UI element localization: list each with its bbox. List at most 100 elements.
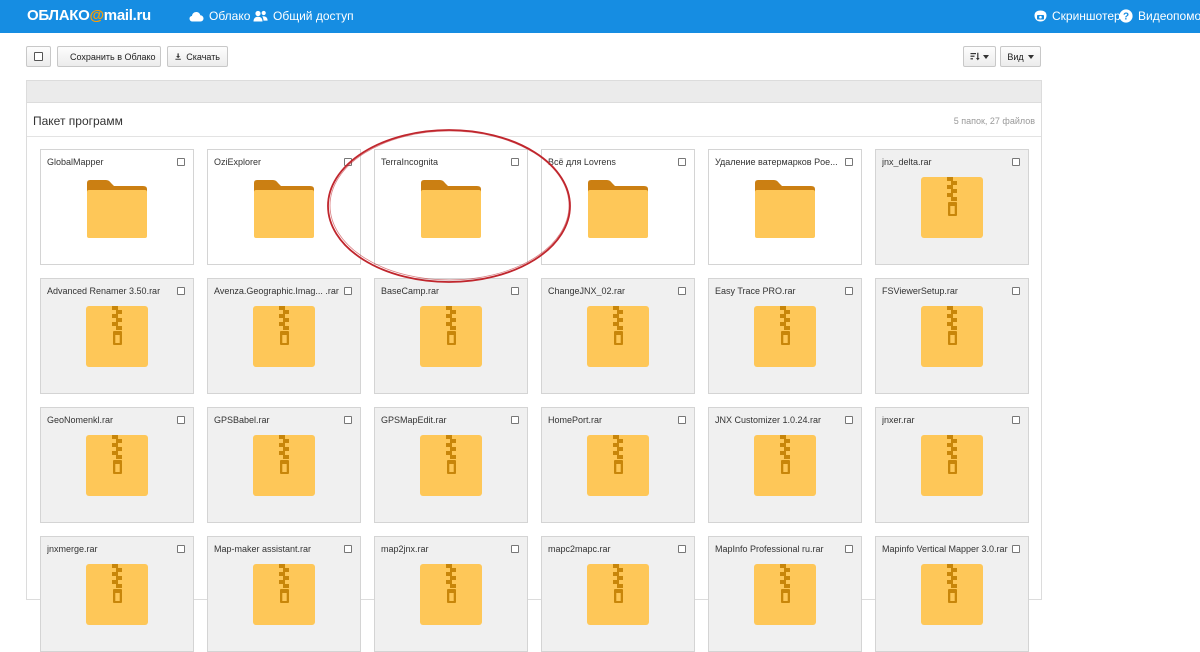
archive-icon [587, 564, 649, 629]
file-tile[interactable]: Advanced Renamer 3.50.rar [40, 278, 194, 394]
select-all-checkbox[interactable] [26, 46, 51, 67]
file-tile[interactable]: HomePort.rar [541, 407, 695, 523]
tile-checkbox[interactable] [344, 545, 352, 553]
tile-checkbox[interactable] [1012, 287, 1020, 295]
nav-screenshoter[interactable]: Скриншотер [1034, 9, 1121, 23]
screenshot-icon [1034, 10, 1047, 22]
tile-checkbox[interactable] [177, 158, 185, 166]
file-tile[interactable]: BaseCamp.rar [374, 278, 528, 394]
archive-icon [754, 435, 816, 500]
archive-icon [754, 564, 816, 629]
question-icon: ? [1119, 9, 1133, 23]
folder-tile[interactable]: Удаление ватермарков Poe... [708, 149, 862, 265]
sort-button[interactable] [963, 46, 996, 67]
tile-checkbox[interactable] [678, 416, 686, 424]
nav-share-label: Общий доступ [273, 9, 354, 23]
file-tile[interactable]: Mapinfo Vertical Mapper 3.0.rar [875, 536, 1029, 652]
tile-name: FSViewerSetup.rar [882, 286, 958, 296]
tile-checkbox[interactable] [177, 287, 185, 295]
archive-icon [587, 306, 649, 371]
tile-checkbox[interactable] [177, 545, 185, 553]
cloud-icon [189, 11, 204, 21]
file-tile[interactable]: map2jnx.rar [374, 536, 528, 652]
file-tile[interactable]: ChangeJNX_02.rar [541, 278, 695, 394]
tile-checkbox[interactable] [845, 287, 853, 295]
file-tile[interactable]: GeoNomenkl.rar [40, 407, 194, 523]
folder-tile[interactable]: GlobalMapper [40, 149, 194, 265]
view-dropdown-button[interactable]: Вид [1000, 46, 1041, 67]
archive-icon [754, 306, 816, 371]
folder-icon [86, 177, 148, 242]
tile-checkbox[interactable] [177, 416, 185, 424]
download-button[interactable]: Скачать [167, 46, 228, 67]
tile-checkbox[interactable] [678, 158, 686, 166]
sort-icon [970, 52, 980, 61]
nav-help-label: Видеопомощь [1138, 9, 1200, 23]
tile-checkbox[interactable] [1012, 158, 1020, 166]
archive-icon [86, 306, 148, 371]
nav-screenshoter-label: Скриншотер [1052, 9, 1121, 23]
tile-name: Easy Trace PRO.rar [715, 286, 796, 296]
file-tile[interactable]: FSViewerSetup.rar [875, 278, 1029, 394]
cloud-mail-logo[interactable]: ОБЛАКО@mail.ru [27, 7, 151, 24]
archive-icon [921, 177, 983, 242]
tile-name: GlobalMapper [47, 157, 104, 167]
folder-icon [253, 177, 315, 242]
tile-checkbox[interactable] [1012, 545, 1020, 553]
users-icon [253, 10, 268, 22]
chevron-down-icon [983, 54, 989, 59]
tile-name: HomePort.rar [548, 415, 603, 425]
tile-checkbox[interactable] [845, 158, 853, 166]
tile-checkbox[interactable] [845, 545, 853, 553]
tile-checkbox[interactable] [511, 287, 519, 295]
tile-checkbox[interactable] [344, 287, 352, 295]
archive-icon [420, 435, 482, 500]
file-tile[interactable]: Map-maker assistant.rar [207, 536, 361, 652]
file-tile[interactable]: MapInfo Professional ru.rar [708, 536, 862, 652]
save-to-cloud-button[interactable]: Сохранить в Облако [57, 46, 161, 67]
tile-name: Удаление ватермарков Poe... [715, 157, 838, 167]
items-count: 5 папок, 27 файлов [953, 116, 1035, 126]
tile-checkbox[interactable] [1012, 416, 1020, 424]
tile-name: jnxer.rar [882, 415, 915, 425]
file-tile[interactable]: GPSBabel.rar [207, 407, 361, 523]
nav-cloud[interactable]: Облако [189, 9, 250, 23]
tile-name: Avenza.Geographic.Imag... .rar [214, 286, 339, 296]
tile-checkbox[interactable] [511, 545, 519, 553]
tile-checkbox[interactable] [678, 287, 686, 295]
file-tile[interactable]: JNX Customizer 1.0.24.rar [708, 407, 862, 523]
archive-icon [253, 435, 315, 500]
file-tile[interactable]: mapc2mapc.rar [541, 536, 695, 652]
archive-icon [420, 306, 482, 371]
tile-name: Map-maker assistant.rar [214, 544, 312, 554]
archive-icon [86, 564, 148, 629]
chevron-down-icon [1027, 54, 1034, 59]
nav-shared-access[interactable]: Общий доступ [253, 9, 354, 23]
tile-name: jnxmerge.rar [47, 544, 98, 554]
save-to-cloud-label: Сохранить в Облако [70, 51, 156, 62]
archive-icon [921, 435, 983, 500]
file-tile[interactable]: jnx_delta.rar [875, 149, 1029, 265]
tile-name: GeoNomenkl.rar [47, 415, 114, 425]
tile-name: GPSBabel.rar [214, 415, 270, 425]
archive-icon [86, 435, 148, 500]
tile-name: mapc2mapc.rar [548, 544, 611, 554]
tile-checkbox[interactable] [845, 416, 853, 424]
tile-name: map2jnx.rar [381, 544, 429, 554]
file-tile[interactable]: jnxer.rar [875, 407, 1029, 523]
file-tile[interactable]: Avenza.Geographic.Imag... .rar [207, 278, 361, 394]
tile-name: GPSMapEdit.rar [381, 415, 447, 425]
archive-icon [253, 564, 315, 629]
tile-checkbox[interactable] [344, 416, 352, 424]
archive-icon [921, 564, 983, 629]
nav-video-help[interactable]: ? Видеопомощь [1119, 9, 1200, 23]
logo-main: ОБЛАКО [27, 7, 90, 24]
file-tile[interactable]: GPSMapEdit.rar [374, 407, 528, 523]
file-tile[interactable]: Easy Trace PRO.rar [708, 278, 862, 394]
panel-top-stripe [27, 81, 1041, 103]
tile-checkbox[interactable] [511, 416, 519, 424]
tile-checkbox[interactable] [678, 545, 686, 553]
download-label: Скачать [186, 51, 220, 62]
file-tile[interactable]: jnxmerge.rar [40, 536, 194, 652]
checkbox-box [34, 52, 43, 61]
